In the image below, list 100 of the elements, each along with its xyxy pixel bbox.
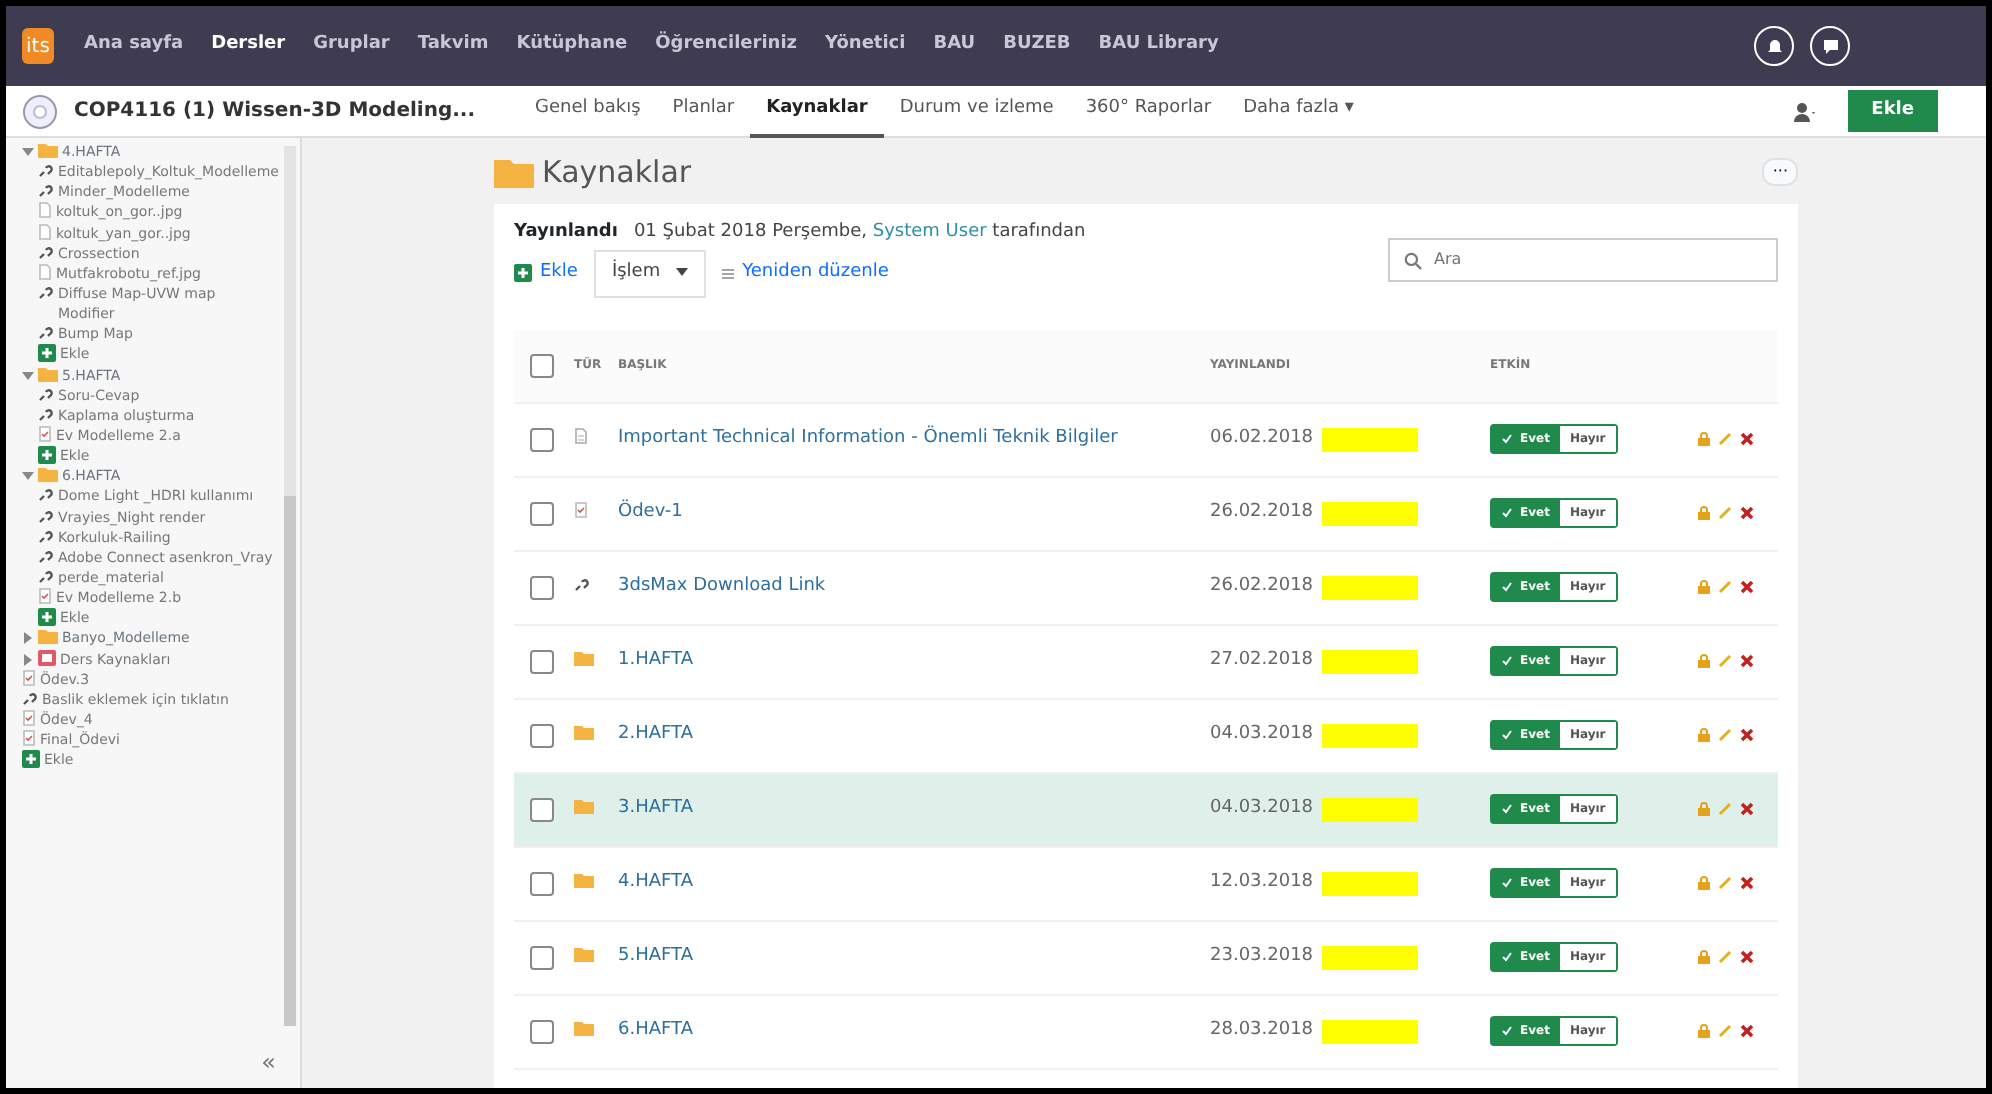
nav-link[interactable]: Kütüphane: [506, 24, 638, 68]
caret-down-icon: [676, 268, 689, 279]
nav-link[interactable]: BUZEB: [993, 24, 1081, 68]
assignment-icon: [574, 502, 588, 519]
assignment-icon: [22, 669, 36, 686]
row-checkbox[interactable]: [530, 501, 554, 525]
select-all-checkbox[interactable]: [530, 353, 554, 377]
nav-link[interactable]: Takvim: [407, 24, 499, 68]
link-icon: [38, 182, 54, 199]
check-icon: [1502, 656, 1512, 666]
lock-icon: [1697, 728, 1710, 742]
nav-link[interactable]: Öğrencileriniz: [645, 24, 808, 68]
published-label: Yayınlandı: [514, 219, 618, 245]
row-checkbox[interactable]: [530, 1019, 554, 1043]
add-link[interactable]: Ekle: [514, 260, 578, 287]
resource-link[interactable]: 2.HAFTA: [618, 723, 693, 744]
course-tab[interactable]: Kaynaklar: [750, 83, 884, 139]
nav-link[interactable]: BAU: [923, 24, 986, 68]
caret-down-icon[interactable]: [22, 146, 34, 158]
delete-icon: [1739, 876, 1754, 890]
link-icon: [574, 576, 590, 593]
caret-down-icon[interactable]: [22, 470, 34, 483]
resource-link[interactable]: 6.HAFTA: [618, 1019, 693, 1040]
resource-link[interactable]: 3.HAFTA: [618, 797, 693, 818]
redaction-mark: [1321, 501, 1418, 525]
check-icon: [1502, 582, 1512, 592]
redaction-mark: [1321, 1019, 1418, 1043]
lock-icon: [1697, 950, 1710, 964]
course-tab[interactable]: 360° Raporlar: [1069, 83, 1228, 139]
nav-link[interactable]: Dersler: [201, 24, 296, 68]
author-link[interactable]: System User: [872, 221, 987, 241]
check-icon: [1502, 434, 1512, 444]
folder-icon: [574, 872, 594, 889]
messages-button[interactable]: [1810, 26, 1850, 66]
row-checkbox[interactable]: [530, 797, 554, 821]
add-icon: [38, 608, 56, 627]
resource-link[interactable]: 5.HAFTA: [618, 945, 693, 966]
reorder-link[interactable]: Yeniden düzenle: [722, 260, 889, 287]
add-icon: [22, 750, 40, 769]
pencil-icon: [1717, 876, 1732, 890]
nav-link[interactable]: Yönetici: [815, 24, 916, 68]
pencil-icon: [1717, 728, 1732, 742]
course-tab[interactable]: Daha fazla ▾: [1227, 83, 1370, 139]
add-button[interactable]: Ekle: [1847, 89, 1938, 133]
resource-link[interactable]: 4.HAFTA: [618, 871, 693, 892]
course-tab[interactable]: Genel bakış: [519, 83, 657, 139]
link-icon: [38, 567, 54, 584]
check-icon: [1502, 804, 1512, 814]
resource-link[interactable]: Ödev-1: [618, 501, 683, 522]
redaction-mark: [1321, 797, 1418, 821]
link-icon: [38, 486, 54, 503]
date-text: 26.02.2018: [1210, 499, 1314, 526]
course-tab[interactable]: Planlar: [656, 83, 751, 139]
bell-icon: [1765, 37, 1783, 55]
add-icon: [514, 264, 532, 283]
row-checkbox[interactable]: [530, 427, 554, 451]
nav-link[interactable]: Gruplar: [303, 24, 400, 68]
row-checkbox[interactable]: [530, 649, 554, 673]
link-icon: [38, 162, 54, 179]
collapse-sidebar-button[interactable]: «: [261, 1044, 292, 1080]
resource-link[interactable]: 1.HAFTA: [618, 649, 693, 670]
lock-icon: [1697, 654, 1710, 668]
check-icon: [1502, 508, 1512, 518]
nav-link[interactable]: Ana sayfa: [74, 24, 194, 68]
delete-icon: [1739, 728, 1754, 742]
search-field[interactable]: Ara: [1388, 237, 1778, 282]
link-icon: [38, 547, 54, 564]
pencil-icon: [1717, 506, 1732, 520]
course-tab[interactable]: Durum ve izleme: [883, 83, 1070, 139]
nav-link[interactable]: BAU Library: [1088, 24, 1229, 68]
user-icon: [1793, 101, 1816, 121]
folder-icon: [38, 142, 58, 158]
user-menu-button[interactable]: [1793, 101, 1816, 121]
lock-icon: [1697, 802, 1710, 816]
reorder-icon: [722, 267, 735, 280]
pencil-icon: [1717, 654, 1732, 668]
folder-icon: [574, 724, 594, 741]
caret-right-icon[interactable]: [22, 653, 34, 666]
delete-icon: [1739, 654, 1754, 668]
row-checkbox[interactable]: [530, 723, 554, 747]
more-options-button[interactable]: ···: [1762, 158, 1798, 187]
row-checkbox[interactable]: [530, 945, 554, 969]
link-icon: [22, 689, 38, 706]
resource-link[interactable]: 3dsMax Download Link: [618, 575, 826, 596]
pencil-icon: [1717, 950, 1732, 964]
assignment-icon: [22, 730, 36, 747]
link-icon: [38, 507, 54, 524]
delete-icon: [1739, 950, 1754, 964]
caret-down-icon[interactable]: [22, 369, 34, 382]
scroll-bar[interactable]: [284, 146, 296, 1026]
notifications-button[interactable]: [1754, 26, 1794, 66]
caret-right-icon[interactable]: [22, 632, 34, 645]
pencil-icon: [1717, 802, 1732, 816]
row-checkbox[interactable]: [530, 871, 554, 895]
redaction-mark: [1321, 649, 1418, 673]
resource-link[interactable]: Important Technical Information - Önemli Teknik Bilgiler: [618, 427, 1118, 448]
module-icon: [38, 649, 56, 666]
lock-icon: [1697, 506, 1710, 520]
action-dropdown[interactable]: İşlem: [593, 250, 707, 297]
row-checkbox[interactable]: [530, 575, 554, 599]
